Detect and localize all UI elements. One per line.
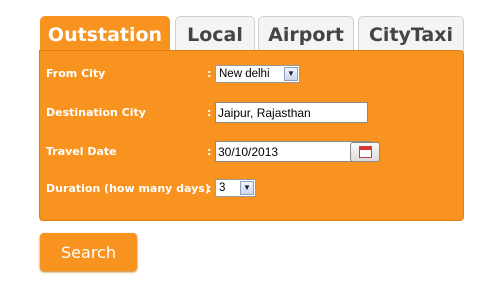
travel-date-colon: : [207, 145, 212, 158]
duration-colon: : [207, 182, 212, 195]
tab-local[interactable]: Local [175, 16, 255, 52]
travel-date-label: Travel Date [46, 145, 117, 158]
tab-citytaxi[interactable]: CityTaxi [358, 16, 464, 52]
calendar-button[interactable] [350, 142, 380, 162]
booking-form-panel: From City : New delhi ▼ Destination City… [39, 50, 464, 221]
duration-label: Duration (how many days) [46, 182, 210, 195]
travel-date-input[interactable] [215, 141, 372, 162]
tab-airport[interactable]: Airport [258, 16, 354, 52]
destination-city-input[interactable] [215, 102, 368, 123]
chevron-down-icon: ▼ [284, 67, 298, 81]
duration-value: 3 [219, 182, 226, 194]
from-city-label: From City [46, 67, 106, 80]
chevron-down-icon: ▼ [240, 181, 254, 195]
calendar-icon [359, 146, 372, 158]
destination-city-label: Destination City [46, 106, 146, 119]
destination-city-colon: : [207, 106, 212, 119]
search-button[interactable]: Search [40, 233, 137, 271]
tab-outstation[interactable]: Outstation [40, 16, 170, 52]
from-city-colon: : [207, 67, 212, 80]
from-city-select[interactable]: New delhi ▼ [215, 65, 300, 83]
from-city-value: New delhi [219, 68, 270, 80]
duration-select[interactable]: 3 ▼ [215, 179, 256, 197]
